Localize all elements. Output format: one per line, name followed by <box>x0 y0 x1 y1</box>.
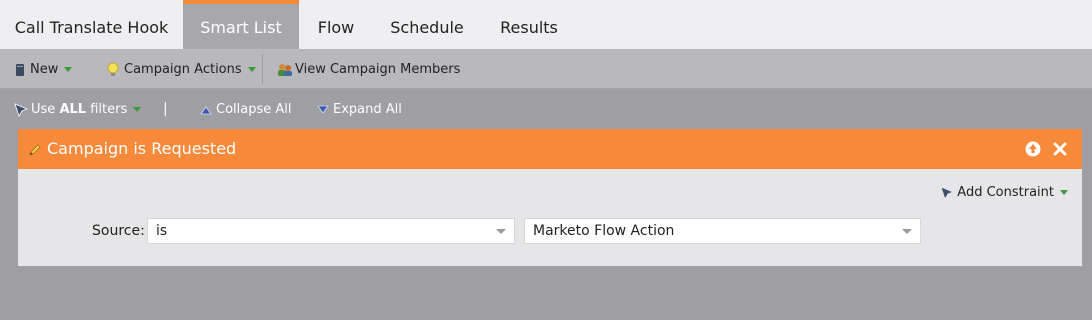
dropdown-icon <box>902 229 912 234</box>
tab-results[interactable]: Results <box>481 0 577 49</box>
view-campaign-members-button[interactable]: View Campaign Members <box>277 49 460 89</box>
new-button[interactable]: New <box>14 49 73 89</box>
dropdown-icon <box>496 229 506 234</box>
use-all-strong: ALL <box>59 102 87 117</box>
tab-smart-list[interactable]: Smart List <box>183 0 299 49</box>
filterbar-separator: | <box>163 101 168 117</box>
use-all-filters-button[interactable]: Use ALL filters <box>14 89 142 129</box>
tab-bar: Call Translate Hook Smart List Flow Sche… <box>0 0 1092 49</box>
toolbar: New Campaign Actions View Campaign Membe… <box>0 49 1092 89</box>
dropdown-icon <box>1060 190 1068 195</box>
operator-value: is <box>156 223 168 239</box>
filter-title: Campaign is Requested <box>47 139 237 158</box>
collapse-icon <box>200 105 212 114</box>
expand-all-label: Expand All <box>333 102 402 117</box>
dropdown-icon <box>64 67 73 72</box>
collapse-all-button[interactable]: Collapse All <box>200 89 292 129</box>
tab-call-translate-hook[interactable]: Call Translate Hook <box>0 0 183 49</box>
dropdown-icon <box>247 67 256 72</box>
use-prefix: Use <box>31 102 56 117</box>
toolbar-divider <box>262 54 263 84</box>
pencil-icon <box>29 144 41 156</box>
move-up-icon[interactable] <box>1025 141 1041 157</box>
filter-bar: Use ALL filters | Collapse All Expand Al… <box>0 89 1092 129</box>
tab-flow[interactable]: Flow <box>299 0 373 49</box>
value-select[interactable]: Marketo Flow Action <box>524 218 921 244</box>
expand-all-button[interactable]: Expand All <box>317 89 402 129</box>
operator-select[interactable]: is <box>147 218 515 244</box>
tab-schedule[interactable]: Schedule <box>373 0 481 49</box>
lightbulb-icon <box>107 62 119 76</box>
filter-panel: Campaign is Requested Add Constraint Sou… <box>18 129 1082 266</box>
add-constraint-label: Add Constraint <box>957 185 1054 200</box>
funnel-icon <box>14 102 28 117</box>
funnel-icon <box>940 185 955 200</box>
add-constraint-button[interactable]: Add Constraint <box>940 185 1068 200</box>
view-members-label: View Campaign Members <box>295 62 461 77</box>
use-suffix: filters <box>90 102 128 117</box>
source-label: Source: <box>92 223 145 239</box>
filter-header: Campaign is Requested <box>18 129 1082 169</box>
collapse-all-label: Collapse All <box>216 102 292 117</box>
dropdown-icon <box>133 107 142 112</box>
document-icon <box>16 63 24 76</box>
expand-icon <box>317 105 329 114</box>
campaign-actions-button[interactable]: Campaign Actions <box>106 49 256 89</box>
people-icon <box>278 63 292 76</box>
value-text: Marketo Flow Action <box>533 223 675 239</box>
close-icon[interactable] <box>1053 142 1067 156</box>
new-label: New <box>30 62 59 77</box>
campaign-actions-label: Campaign Actions <box>124 62 242 77</box>
